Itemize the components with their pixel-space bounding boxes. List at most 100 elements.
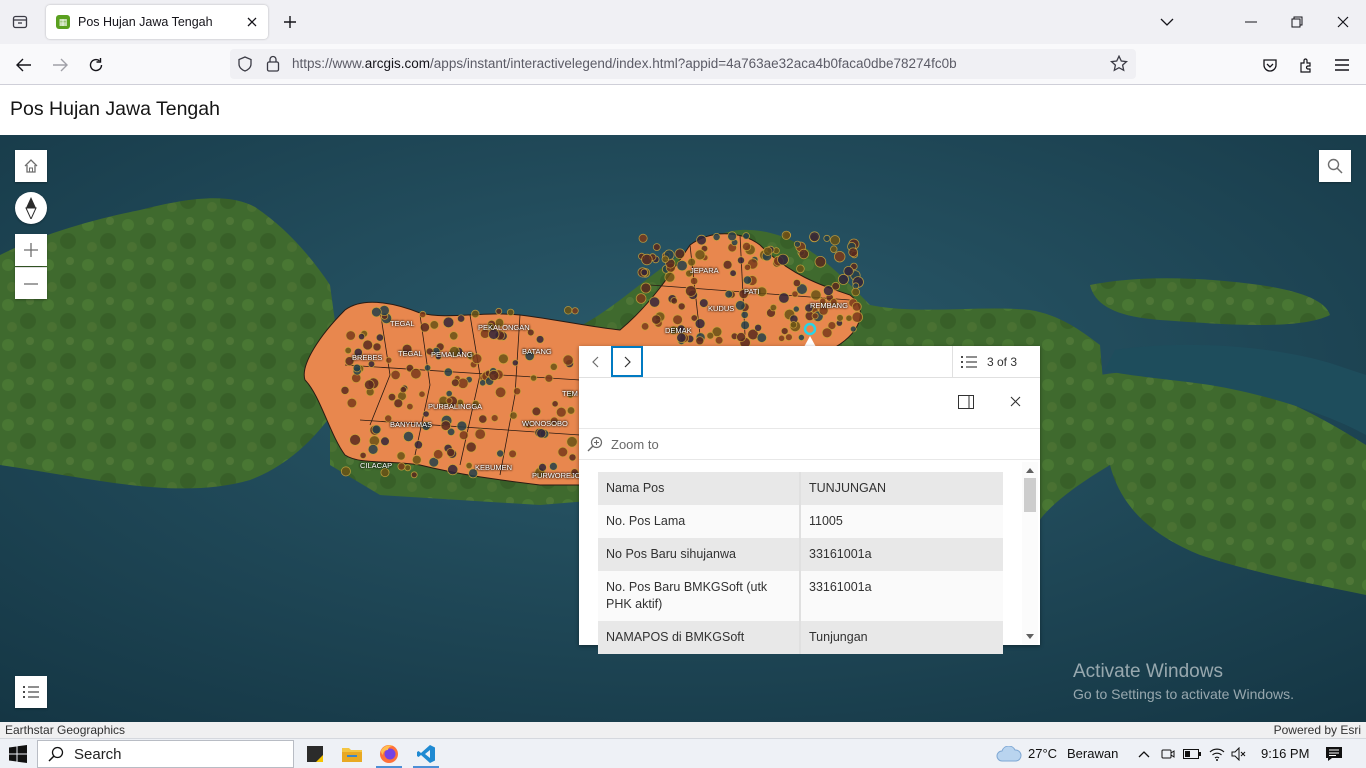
rain-gauge-point[interactable] bbox=[694, 249, 706, 261]
rain-gauge-point[interactable] bbox=[511, 359, 519, 367]
rain-gauge-point[interactable] bbox=[478, 414, 488, 424]
rain-gauge-point[interactable] bbox=[375, 333, 384, 342]
rain-gauge-point[interactable] bbox=[479, 379, 487, 387]
rain-gauge-point[interactable] bbox=[640, 282, 652, 294]
tracking-shield-icon[interactable] bbox=[238, 56, 252, 72]
scroll-up-arrow-icon[interactable] bbox=[1024, 464, 1036, 476]
battery-icon[interactable] bbox=[1180, 742, 1204, 766]
previous-feature-button[interactable] bbox=[579, 346, 611, 377]
rain-gauge-point[interactable] bbox=[741, 241, 752, 252]
rain-gauge-point[interactable] bbox=[785, 333, 793, 342]
rain-gauge-point[interactable] bbox=[404, 464, 412, 472]
rain-gauge-point[interactable] bbox=[497, 353, 509, 365]
rain-gauge-point[interactable] bbox=[641, 253, 653, 266]
rain-gauge-point[interactable] bbox=[652, 243, 661, 251]
rain-gauge-point[interactable] bbox=[793, 240, 801, 248]
rain-gauge-point[interactable] bbox=[344, 346, 352, 355]
rain-gauge-point[interactable] bbox=[777, 334, 786, 342]
cloudy-weather-icon[interactable] bbox=[996, 742, 1022, 766]
file-explorer-app-icon[interactable] bbox=[340, 742, 364, 766]
rain-gauge-point[interactable] bbox=[385, 356, 393, 364]
rain-gauge-point[interactable] bbox=[823, 234, 831, 242]
rain-gauge-point[interactable] bbox=[724, 289, 734, 299]
clock-time[interactable]: 9:16 PM bbox=[1261, 746, 1309, 761]
rain-gauge-point[interactable] bbox=[413, 440, 423, 450]
close-tab-icon[interactable] bbox=[240, 10, 264, 34]
rain-gauge-point[interactable] bbox=[689, 276, 699, 286]
rain-gauge-point[interactable] bbox=[742, 232, 750, 240]
rain-gauge-point[interactable] bbox=[531, 406, 542, 417]
rain-gauge-point[interactable] bbox=[811, 312, 819, 320]
rain-gauge-point[interactable] bbox=[685, 285, 697, 297]
forward-arrow-icon[interactable] bbox=[46, 51, 74, 79]
rain-gauge-point[interactable] bbox=[429, 320, 440, 330]
list-all-tabs-chevron-icon[interactable] bbox=[1152, 8, 1182, 36]
rain-gauge-point[interactable] bbox=[696, 234, 707, 246]
rain-gauge-point[interactable] bbox=[796, 264, 805, 274]
rain-gauge-point[interactable] bbox=[781, 230, 791, 240]
rain-gauge-point[interactable] bbox=[340, 466, 351, 477]
rain-gauge-point[interactable] bbox=[393, 398, 404, 409]
scrollbar-thumb[interactable] bbox=[1024, 478, 1036, 512]
rain-gauge-point[interactable] bbox=[789, 321, 798, 329]
zoom-in-button[interactable] bbox=[15, 234, 47, 266]
rain-gauge-point[interactable] bbox=[714, 336, 724, 345]
home-button[interactable] bbox=[15, 150, 47, 182]
show-hidden-icons-chevron-icon[interactable] bbox=[1132, 742, 1156, 766]
rain-gauge-point[interactable] bbox=[829, 235, 841, 246]
rain-gauge-point[interactable] bbox=[458, 430, 469, 441]
rain-gauge-point[interactable] bbox=[568, 453, 577, 462]
vscode-app-icon[interactable] bbox=[414, 742, 438, 766]
rain-gauge-point[interactable] bbox=[340, 385, 350, 395]
rain-gauge-point[interactable] bbox=[831, 281, 840, 291]
rain-gauge-point[interactable] bbox=[851, 311, 864, 323]
rain-gauge-point[interactable] bbox=[443, 367, 454, 377]
rain-gauge-point[interactable] bbox=[814, 256, 827, 268]
rain-gauge-point[interactable] bbox=[418, 390, 426, 398]
rain-gauge-point[interactable] bbox=[742, 275, 753, 285]
zoom-to-button[interactable]: Zoom to bbox=[579, 428, 1040, 460]
rain-gauge-point[interactable] bbox=[566, 406, 576, 415]
notifications-icon[interactable] bbox=[1322, 742, 1346, 766]
rain-gauge-point[interactable] bbox=[529, 374, 538, 382]
rain-gauge-point[interactable] bbox=[433, 449, 444, 460]
close-window-icon[interactable] bbox=[1328, 8, 1358, 36]
rain-gauge-point[interactable] bbox=[496, 449, 505, 458]
rain-gauge-point[interactable] bbox=[494, 386, 507, 398]
rain-gauge-point[interactable] bbox=[851, 287, 860, 297]
rain-gauge-point[interactable] bbox=[372, 342, 382, 352]
rain-gauge-point[interactable] bbox=[638, 233, 648, 243]
rain-gauge-point[interactable] bbox=[390, 369, 401, 380]
rain-gauge-point[interactable] bbox=[845, 314, 853, 322]
rain-gauge-point[interactable] bbox=[635, 293, 647, 304]
rain-gauge-point[interactable] bbox=[419, 322, 430, 333]
firefox-app-icon[interactable] bbox=[377, 742, 401, 766]
rain-gauge-point[interactable] bbox=[706, 331, 715, 340]
rain-gauge-point[interactable] bbox=[810, 289, 822, 301]
rain-gauge-point[interactable] bbox=[447, 463, 459, 476]
rain-gauge-point[interactable] bbox=[670, 297, 678, 305]
rain-gauge-point[interactable] bbox=[698, 298, 709, 308]
rain-gauge-point[interactable] bbox=[535, 335, 545, 344]
rain-gauge-point[interactable] bbox=[664, 271, 676, 283]
rain-gauge-point[interactable] bbox=[640, 268, 649, 277]
rain-gauge-point[interactable] bbox=[849, 325, 857, 333]
rain-gauge-point[interactable] bbox=[450, 378, 460, 388]
rain-gauge-point[interactable] bbox=[465, 441, 477, 453]
back-arrow-icon[interactable] bbox=[10, 51, 38, 79]
rain-gauge-point[interactable] bbox=[399, 386, 407, 394]
restore-icon[interactable] bbox=[1282, 8, 1312, 36]
rain-gauge-point[interactable] bbox=[488, 369, 500, 381]
wifi-icon[interactable] bbox=[1205, 742, 1229, 766]
rain-gauge-point[interactable] bbox=[371, 306, 382, 318]
rain-gauge-point[interactable] bbox=[349, 433, 362, 446]
rain-gauge-point[interactable] bbox=[406, 402, 414, 411]
rain-gauge-point[interactable] bbox=[536, 428, 547, 439]
rain-gauge-point[interactable] bbox=[456, 420, 468, 432]
scroll-down-arrow-icon[interactable] bbox=[1024, 630, 1036, 642]
rain-gauge-point[interactable] bbox=[843, 265, 854, 277]
rain-gauge-point[interactable] bbox=[566, 436, 578, 448]
reload-icon[interactable] bbox=[82, 51, 110, 79]
rain-gauge-point[interactable] bbox=[737, 256, 746, 265]
rain-gauge-point[interactable] bbox=[743, 263, 752, 271]
